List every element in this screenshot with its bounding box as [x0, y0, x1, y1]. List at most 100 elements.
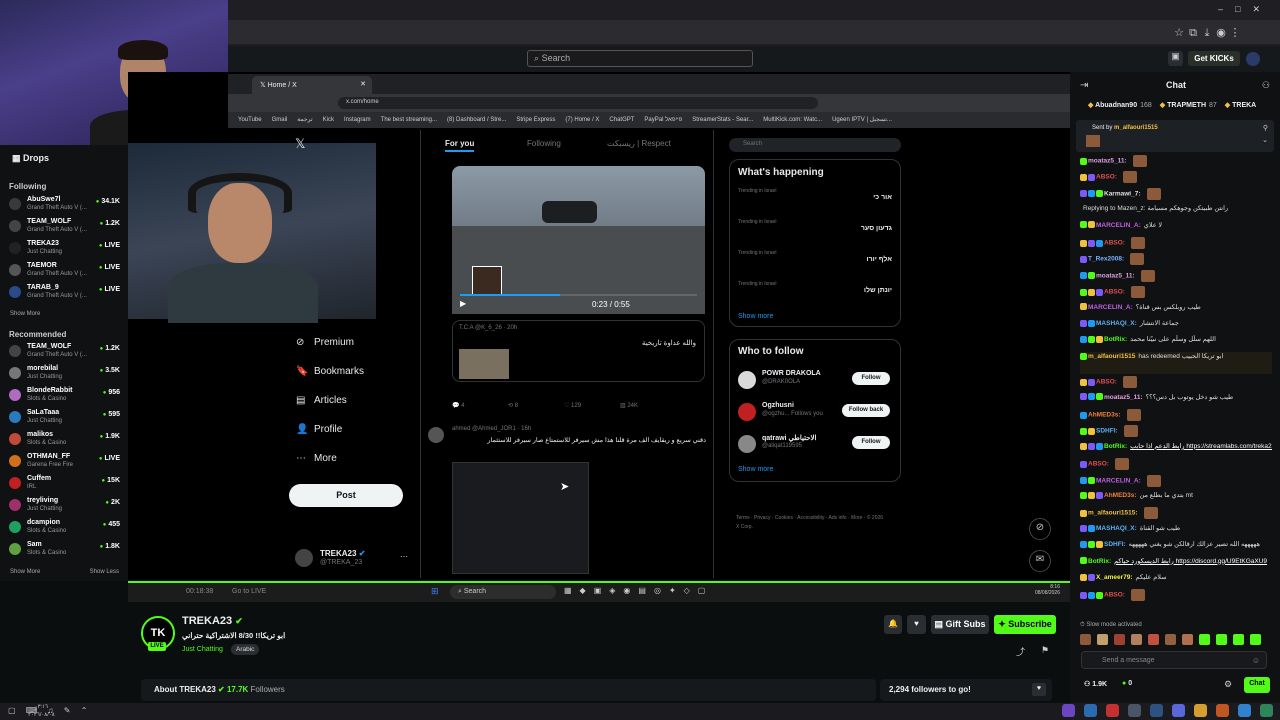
- recommended-show-less[interactable]: Show Less: [90, 569, 119, 575]
- chat-message[interactable]: MARCELIN_A: طيب روبلكس بس قناة؟: [1080, 303, 1272, 311]
- inner-tab[interactable]: 𝕏 Home / X ✕: [252, 76, 372, 94]
- chat-username[interactable]: Karmawi_7:: [1104, 191, 1141, 198]
- menu-icon[interactable]: ⋮: [1228, 26, 1242, 39]
- bookmark-item[interactable]: ترجمة: [297, 117, 312, 123]
- bookmark-item[interactable]: YouTube: [238, 117, 262, 123]
- sidebar-channel-tarab_9[interactable]: TARAB_9 Grand Theft Auto V (... LIVE: [0, 282, 128, 304]
- chat-message[interactable]: X_ameer79: سلام عليكم: [1080, 573, 1272, 581]
- post-stat[interactable]: ♡ 129: [564, 402, 620, 409]
- grok-icon[interactable]: ⊘: [1029, 518, 1051, 540]
- tab-respect[interactable]: ريسبكت | Respect: [607, 139, 671, 148]
- nav-profile[interactable]: 👤 Profile: [296, 424, 364, 453]
- collapse-chat-icon[interactable]: ⇥: [1080, 80, 1088, 91]
- chat-username[interactable]: MARCELIN_A:: [1088, 304, 1133, 311]
- bookmark-item[interactable]: Kick: [323, 117, 334, 123]
- chat-username[interactable]: MARCELIN_A:: [1096, 477, 1141, 484]
- gift-subs-button[interactable]: ▤ Gift Subs: [931, 615, 989, 634]
- channel-name[interactable]: TREKA23 ✔: [182, 615, 243, 627]
- chat-message[interactable]: m_alfaouri1515:: [1080, 507, 1272, 520]
- os-app-icon[interactable]: [1172, 704, 1185, 717]
- goal-toggle-icon[interactable]: ♥: [1032, 683, 1046, 696]
- nav-premium[interactable]: ⊘ Premium: [296, 337, 364, 366]
- language-tag[interactable]: Arabic: [231, 644, 260, 655]
- chat-send-button[interactable]: Chat: [1244, 677, 1270, 693]
- profile-icon[interactable]: ◉: [1214, 26, 1228, 39]
- chat-message[interactable]: MASHAQI_X: طيب شو القناة: [1080, 524, 1272, 532]
- tab-following[interactable]: Following: [527, 139, 561, 148]
- chat-username[interactable]: MASHAQI_X:: [1096, 320, 1137, 327]
- chat-username[interactable]: BotRix:: [1104, 336, 1127, 343]
- chat-message[interactable]: MASHAQI_X: جماعة الانتشار: [1080, 319, 1272, 327]
- os-app-icon[interactable]: [1062, 704, 1075, 717]
- leaderboard-user[interactable]: ◆ TREKA: [1225, 102, 1259, 109]
- chat-username[interactable]: BotRix:: [1104, 443, 1127, 450]
- quote-tweet[interactable]: T.C.A @K_6_26 · 20h والله عداوة تاريخية: [452, 320, 705, 382]
- window-controls[interactable]: –□✕: [1218, 4, 1272, 15]
- sidebar-channel-treka23[interactable]: TREKA23 Just Chatting LIVE: [0, 238, 128, 260]
- stream-category[interactable]: Just Chatting: [182, 646, 223, 653]
- chat-username[interactable]: ABSO:: [1096, 379, 1117, 386]
- chat-message[interactable]: MARCELIN_A: لا علاي: [1080, 221, 1272, 229]
- chat-message[interactable]: BotRix: رابط الدعم اذا حابب https://strea…: [1080, 442, 1272, 450]
- trend-item[interactable]: Trending in Israel גדעון סער: [738, 219, 892, 250]
- post-video[interactable]: ▶ 0:23 / 0:55: [452, 166, 705, 314]
- chat-message[interactable]: T_Rex2008:: [1080, 253, 1272, 266]
- bookmark-item[interactable]: (7) Home / X: [565, 117, 599, 123]
- chat-username[interactable]: ABSO:: [1096, 174, 1117, 181]
- sidebar-channel-malikos[interactable]: malikos Slots & Casino 1.9K: [0, 429, 128, 451]
- trend-item[interactable]: Trending in Israel אור כי: [738, 188, 892, 219]
- os-app-icon[interactable]: [1260, 704, 1273, 717]
- chat-message[interactable]: ABSO:: [1080, 376, 1272, 389]
- emote-icon[interactable]: [1080, 634, 1091, 645]
- trend-item[interactable]: Trending in Israel יונתן שלו: [738, 281, 892, 312]
- report-icon[interactable]: ⚑: [1041, 645, 1049, 656]
- sidebar-channel-salataaa[interactable]: SaLaTaaa Just Chatting 595: [0, 407, 128, 429]
- chat-username[interactable]: MARCELIN_A:: [1096, 222, 1141, 229]
- os-app-icon[interactable]: [1150, 704, 1163, 717]
- video-progress[interactable]: [460, 294, 697, 296]
- emote-bar[interactable]: [1080, 634, 1272, 648]
- library-icon[interactable]: ▣: [1168, 51, 1183, 66]
- chat-username[interactable]: X_ameer79:: [1096, 574, 1133, 581]
- chat-message[interactable]: ABSO:: [1080, 237, 1272, 249]
- x-logo[interactable]: 𝕏: [295, 136, 305, 152]
- suggested-account[interactable]: qatrawi الاحتياطي @aliqat119595 Follow: [730, 430, 902, 462]
- sidebar-channel-sam[interactable]: Sam Slots & Casino 1.8K: [0, 539, 128, 561]
- user-avatar[interactable]: [1246, 52, 1260, 66]
- nav-articles[interactable]: ▤ Articles: [296, 395, 364, 424]
- chat-users-icon[interactable]: ⚇: [1262, 80, 1270, 91]
- sidebar-channel-dcampion[interactable]: dcampion Slots & Casino 455: [0, 517, 128, 539]
- emote-icon[interactable]: [1199, 634, 1210, 645]
- close-tab-icon[interactable]: ✕: [360, 80, 366, 88]
- suggested-account[interactable]: Ogzhusni @ogzhu... Follows you Follow back: [730, 398, 902, 430]
- post-stat[interactable]: 💬 4: [452, 402, 508, 409]
- bookmark-item[interactable]: The best streaming...: [381, 117, 437, 123]
- bookmark-item[interactable]: MultiKick.com: Watc...: [763, 117, 822, 123]
- post-button[interactable]: Post: [289, 484, 403, 507]
- sidebar-channel-team_wolf[interactable]: TEAM_WOLF Grand Theft Auto V (... 1.2K: [0, 216, 128, 238]
- taskbar-apps[interactable]: ▦◆▣◈◉▤◎✦◇▢: [564, 586, 713, 595]
- post2-avatar[interactable]: [428, 427, 444, 443]
- follow-button[interactable]: Follow: [852, 372, 890, 385]
- sidebar-channel-taemor[interactable]: TAEMOR Grand Theft Auto V (... LIVE: [0, 260, 128, 282]
- bookmark-item[interactable]: Instagram: [344, 117, 371, 123]
- chat-message[interactable]: MARCELIN_A:: [1080, 474, 1272, 487]
- expand-pin-icon[interactable]: ⌄: [1262, 136, 1268, 144]
- play-icon[interactable]: ▶: [460, 299, 466, 308]
- chat-settings-icon[interactable]: ⚙: [1224, 679, 1232, 690]
- tab-for-you[interactable]: For you: [445, 139, 475, 152]
- chat-username[interactable]: ABSO:: [1104, 240, 1125, 247]
- chat-username[interactable]: moataz5_11:: [1104, 394, 1143, 401]
- chat-username[interactable]: BotRix:: [1088, 558, 1111, 565]
- suggested-account[interactable]: POWR DRAKOLA @DRAK0OLA Follow: [730, 366, 902, 398]
- emote-icon[interactable]: [1148, 634, 1159, 645]
- sidebar-channel-cuffem[interactable]: Cuffem IRL 15K: [0, 473, 128, 495]
- chat-input[interactable]: Send a message ☺: [1081, 651, 1267, 669]
- follow-heart-icon[interactable]: ♥: [907, 615, 926, 634]
- os-app-icon[interactable]: [1194, 704, 1207, 717]
- chat-message[interactable]: ABSO:: [1080, 458, 1272, 471]
- chat-username[interactable]: m_alfaouri1515: [1088, 353, 1135, 360]
- account-menu-icon[interactable]: ⋯: [400, 552, 408, 561]
- trends-show-more[interactable]: Show more: [738, 313, 773, 320]
- trend-item[interactable]: Trending in Israel אלף יורו: [738, 250, 892, 281]
